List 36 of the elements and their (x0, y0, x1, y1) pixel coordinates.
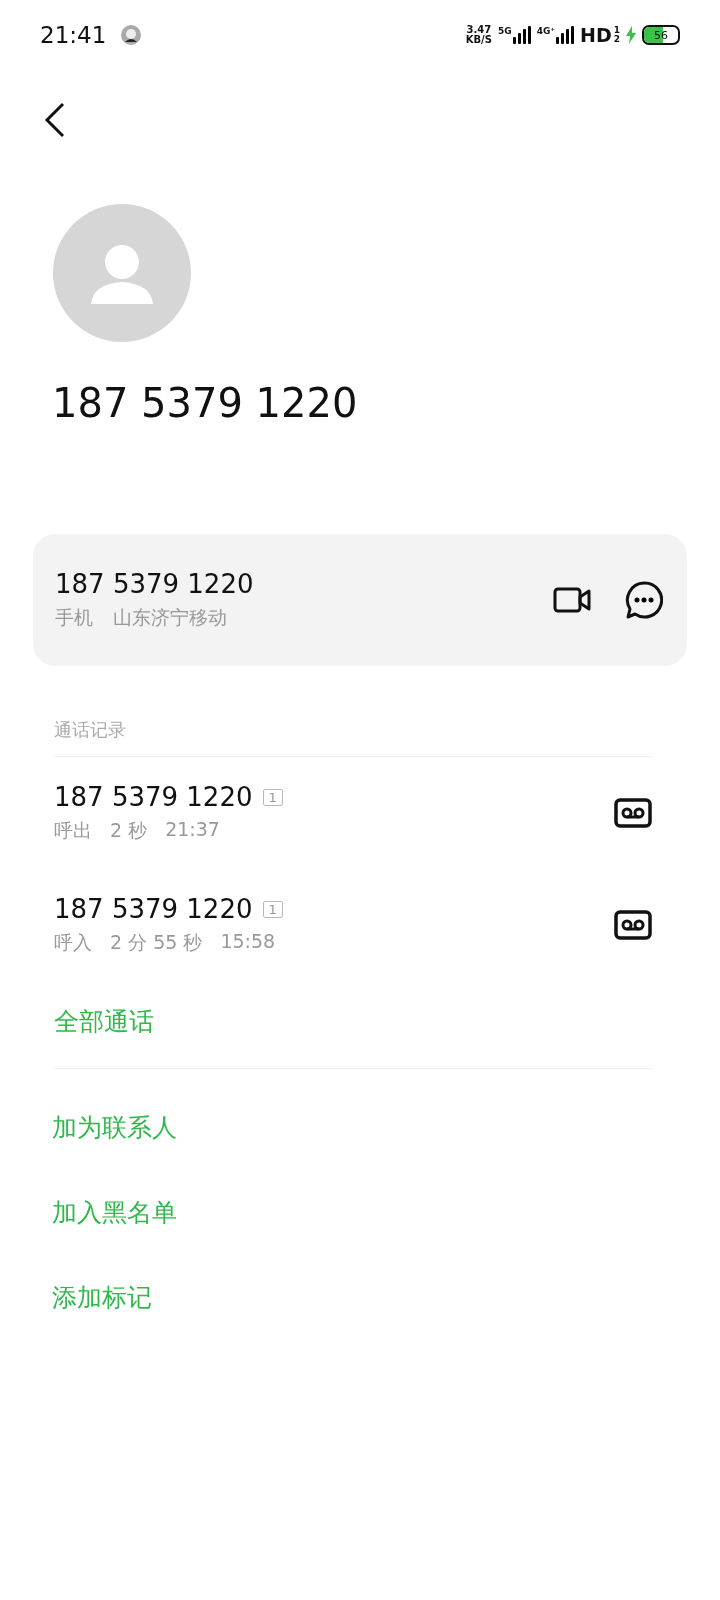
network-type: 5G (498, 26, 512, 36)
network-type: 4G⁺ (536, 26, 556, 36)
hd-indicator: HD (580, 24, 612, 46)
section-heading: 通话记录 (54, 718, 127, 742)
slot-number: 2 (613, 35, 620, 44)
call-number: 187 5379 1220 (54, 782, 253, 812)
slot-number: 1 (613, 26, 620, 35)
network-speed: 3.47 KB/S (465, 25, 492, 45)
number-type: 手机 (55, 605, 93, 630)
call-duration: 2 秒 (110, 818, 148, 843)
signal-icon (556, 26, 575, 44)
message-icon[interactable] (625, 581, 663, 619)
contact-number: 187 5379 1220 (52, 380, 359, 426)
call-number: 187 5379 1220 (54, 894, 253, 924)
call-time: 15:58 (220, 930, 276, 954)
call-direction: 呼出 (54, 818, 92, 843)
sim-badge: 1 (262, 788, 283, 806)
action-link[interactable]: 加为联系人 (52, 1111, 720, 1144)
recording-icon[interactable] (614, 910, 652, 940)
action-link[interactable]: 加入黑名单 (52, 1196, 720, 1229)
call-time: 21:37 (165, 818, 220, 842)
number-location: 山东济宁移动 (113, 605, 227, 630)
phone-number: 187 5379 1220 (55, 569, 255, 599)
video-call-icon[interactable] (553, 586, 591, 614)
back-icon[interactable] (44, 102, 66, 138)
call-direction: 呼入 (54, 930, 92, 955)
avatar-icon (53, 204, 191, 342)
signal-icon (512, 26, 531, 44)
action-link[interactable]: 添加标记 (52, 1281, 720, 1314)
notification-icon (120, 24, 143, 46)
call-duration: 2 分 55 秒 (110, 930, 203, 955)
recording-icon[interactable] (614, 798, 652, 828)
all-calls-link[interactable]: 全部通话 (54, 995, 652, 1054)
status-time: 21:41 (40, 22, 107, 48)
sim-badge: 1 (262, 900, 283, 918)
number-card[interactable]: 187 5379 1220 手机 山东济宁移动 (33, 534, 687, 666)
